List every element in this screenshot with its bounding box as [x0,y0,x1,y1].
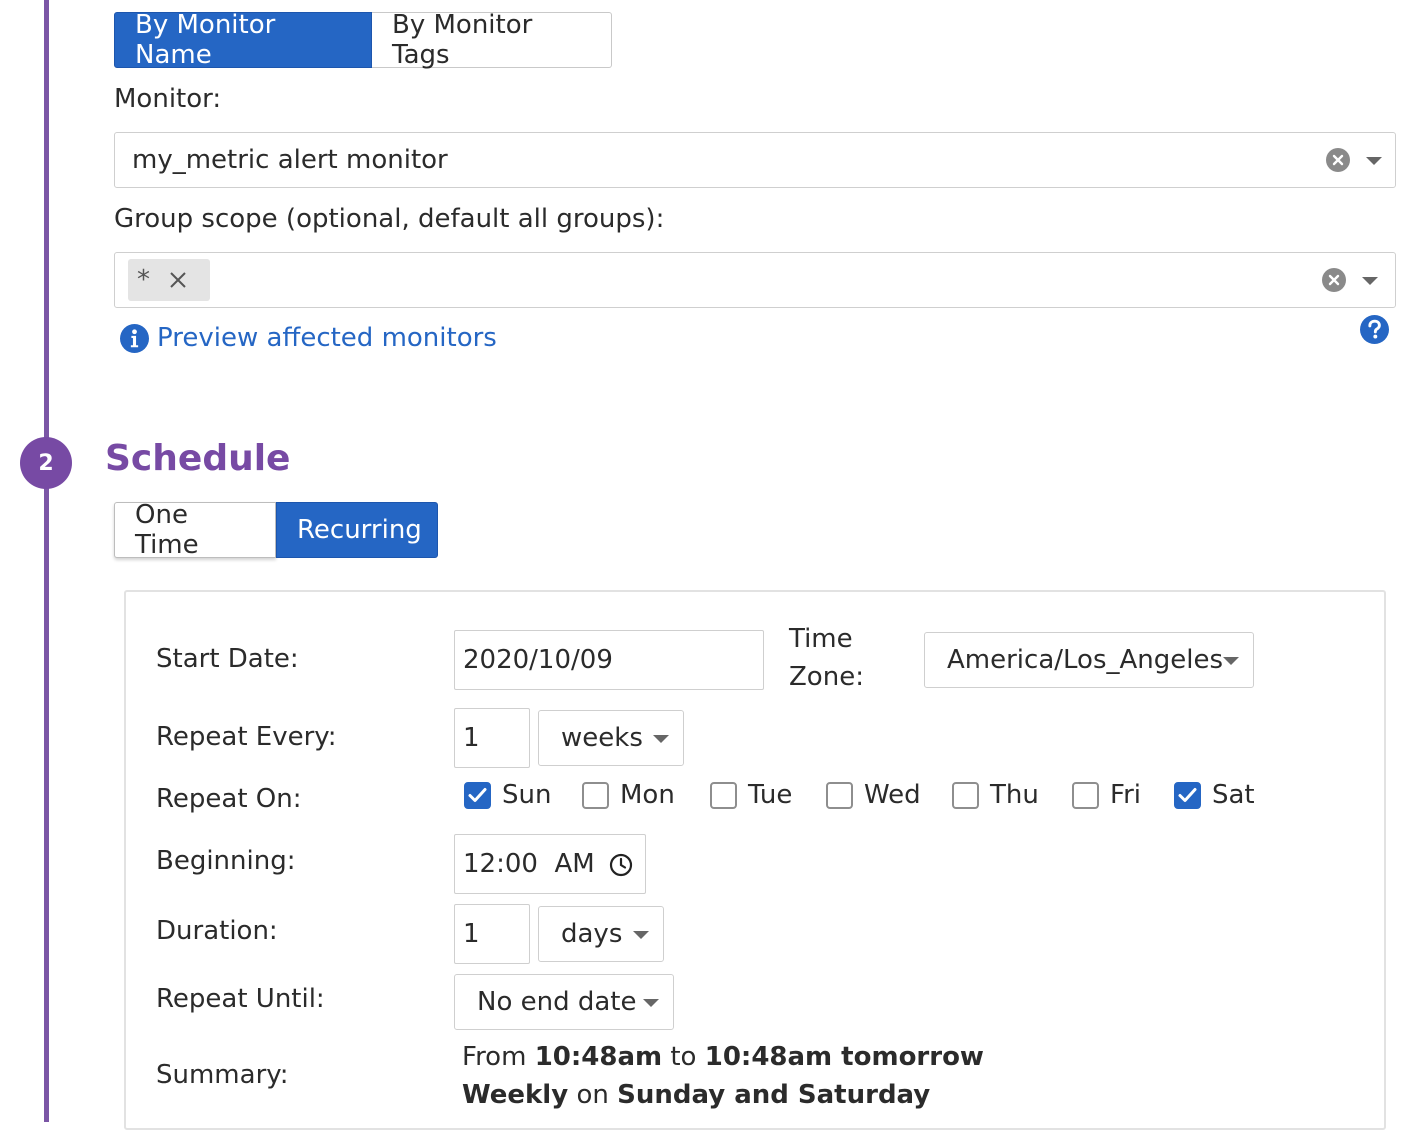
start-date-label: Start Date: [156,644,299,674]
summary-from-word: From [462,1042,527,1072]
summary-start-time: 10:48am [534,1042,663,1072]
repeat-until-label: Repeat Until: [156,984,325,1014]
day-label: Wed [864,780,921,810]
preview-link-label[interactable]: Preview affected monitors [157,323,497,353]
monitor-select-value: my_metric alert monitor [132,145,448,175]
tab-by-monitor-tags[interactable]: By Monitor Tags [372,10,612,70]
summary-line-2: Weekly on Sunday and Saturday [462,1080,930,1110]
repeat-until-select[interactable]: No end date [454,974,674,1030]
day-checkbox-wed[interactable]: Wed [826,780,921,810]
scope-tag: * [128,259,210,301]
tab-one-time[interactable]: One Time [114,500,276,560]
day-label: Sun [502,780,552,810]
day-label: Fri [1110,780,1141,810]
clock-icon[interactable] [609,853,633,877]
summary-on-word: on [576,1080,609,1110]
target-tabs: By Monitor Name By Monitor Tags [114,10,612,70]
repeat-on-label: Repeat On: [156,784,302,814]
repeat-every-input[interactable]: 1 [454,708,530,768]
checkbox[interactable] [952,781,979,809]
beginning-label: Beginning: [156,846,296,876]
dropdown-caret-icon[interactable] [1362,277,1378,285]
step-rail [44,0,49,1122]
tab-recurring[interactable]: Recurring [276,502,438,558]
summary-to-word: to [670,1042,697,1072]
day-checkbox-sat[interactable]: Sat [1174,780,1255,810]
repeat-unit-value: weeks [561,723,643,753]
checkbox[interactable] [1174,781,1201,809]
repeat-until-value: No end date [477,987,637,1017]
summary-label: Summary: [156,1060,289,1090]
preview-affected-monitors-link[interactable]: Preview affected monitors [120,323,497,353]
time-zone-label-line2: Zone: [789,662,864,692]
group-scope-select[interactable]: * [114,252,1396,308]
schedule-heading: Schedule [105,438,291,479]
dropdown-caret-icon [653,735,669,743]
scope-tag-label: * [137,265,150,295]
start-date-input[interactable]: 2020/10/09 [454,630,764,690]
checkbox[interactable] [464,781,491,809]
checkbox[interactable] [826,781,853,809]
repeat-every-label: Repeat Every: [156,722,337,752]
monitor-select[interactable]: my_metric alert monitor [114,132,1396,188]
dropdown-caret-icon[interactable] [1366,157,1382,165]
remove-tag-icon[interactable] [168,270,188,290]
duration-unit-value: days [561,919,623,949]
time-zone-value: America/Los_Angeles [947,645,1224,675]
day-checkbox-mon[interactable]: Mon [582,780,675,810]
clear-icon[interactable] [1326,148,1350,172]
day-checkbox-tue[interactable]: Tue [710,780,792,810]
tab-by-monitor-name[interactable]: By Monitor Name [114,10,372,70]
time-zone-select[interactable]: America/Los_Angeles [924,632,1254,688]
clear-icon[interactable] [1322,268,1346,292]
dropdown-caret-icon [1223,657,1239,665]
day-checkbox-sun[interactable]: Sun [464,780,551,810]
start-date-value: 2020/10/09 [463,645,613,675]
info-icon [120,323,149,353]
duration-label: Duration: [156,916,278,946]
dropdown-caret-icon [633,931,649,939]
summary-end-time: 10:48am tomorrow [704,1042,984,1072]
day-label: Tue [748,780,793,810]
group-scope-label: Group scope (optional, default all group… [114,204,665,234]
time-zone-label: Time [789,624,853,654]
checkmark-icon [468,787,487,802]
summary-frequency: Weekly [462,1080,569,1110]
step-number-badge: 2 [20,437,72,489]
duration-value: 1 [463,919,480,949]
summary-days: Sunday and Saturday [617,1080,931,1110]
checkbox[interactable] [582,781,609,809]
duration-input[interactable]: 1 [454,904,530,964]
summary-line-1: From 10:48am to 10:48am tomorrow [462,1042,984,1072]
monitor-label: Monitor: [114,84,222,114]
schedule-tabs: One Time Recurring [114,500,438,560]
day-checkbox-fri[interactable]: Fri [1072,780,1141,810]
beginning-time-input[interactable]: 12:00 AM [454,834,646,894]
day-label: Mon [620,780,675,810]
repeat-unit-select[interactable]: weeks [538,710,684,766]
day-checkbox-thu[interactable]: Thu [952,780,1039,810]
dropdown-caret-icon [643,999,659,1007]
help-icon[interactable] [1360,315,1389,344]
day-label: Sat [1212,780,1255,810]
repeat-every-value: 1 [463,723,480,753]
duration-unit-select[interactable]: days [538,906,664,962]
day-label: Thu [990,780,1039,810]
checkbox[interactable] [710,781,737,809]
beginning-time-value: 12:00 AM [463,849,595,879]
checkmark-icon [1178,787,1197,802]
checkbox[interactable] [1072,781,1099,809]
